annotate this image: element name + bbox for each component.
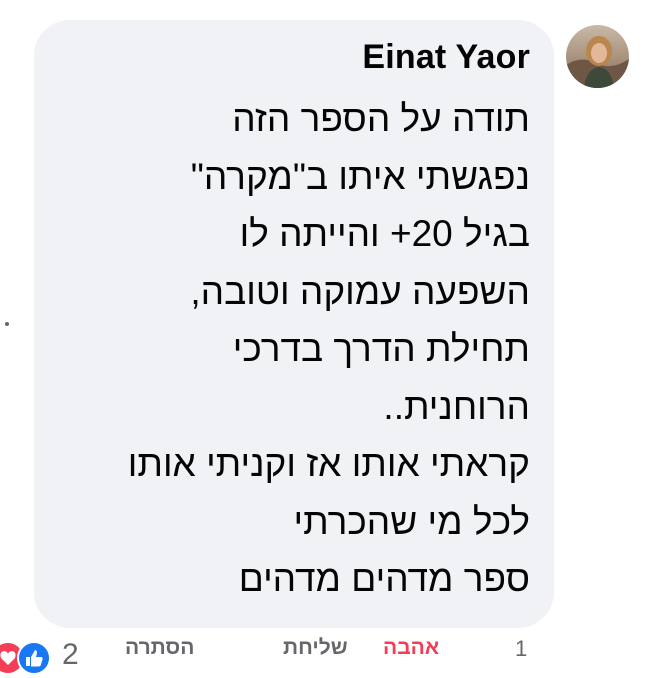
like-icon [17, 641, 51, 675]
comment-actions: 1 אהבה שליחת הסתרה 2 [0, 630, 664, 675]
comment-author[interactable]: Einat Yaor [362, 38, 530, 77]
comment-line: נפגשתי איתו ב"מקרה" [190, 155, 530, 197]
reply-button[interactable]: שליחת [283, 636, 348, 660]
reaction-icons[interactable] [0, 638, 64, 678]
comment-timestamp[interactable]: 1 [515, 636, 527, 662]
comment-line: תודה על הספר הזה [232, 98, 530, 139]
reaction-count[interactable]: 2 [62, 638, 79, 672]
love-button[interactable]: אהבה [383, 636, 439, 660]
comment-line: הרוחנית.. [383, 385, 530, 427]
hide-button[interactable]: הסתרה [125, 636, 194, 660]
comment-line: תחילת הדרך בדרכי [232, 328, 530, 369]
comment-bubble: Einat Yaor תודה על הספר הזה נפגשתי איתו … [34, 20, 554, 628]
comment-line: בגיל 20+ והייתה לו [239, 213, 530, 254]
comment-line: לכל מי שהכרתי [293, 500, 530, 542]
comment-line: ספר מדהים מדהים [238, 558, 530, 599]
avatar[interactable] [566, 25, 629, 88]
more-options-icon[interactable] [5, 322, 9, 326]
comment-line: השפעה עמוקה וטובה, [190, 270, 530, 312]
comment-line: קראתי אותו אז וקניתי אותו [127, 443, 530, 484]
comment-text: תודה על הספר הזה נפגשתי איתו ב"מקרה" בגי… [128, 90, 530, 608]
